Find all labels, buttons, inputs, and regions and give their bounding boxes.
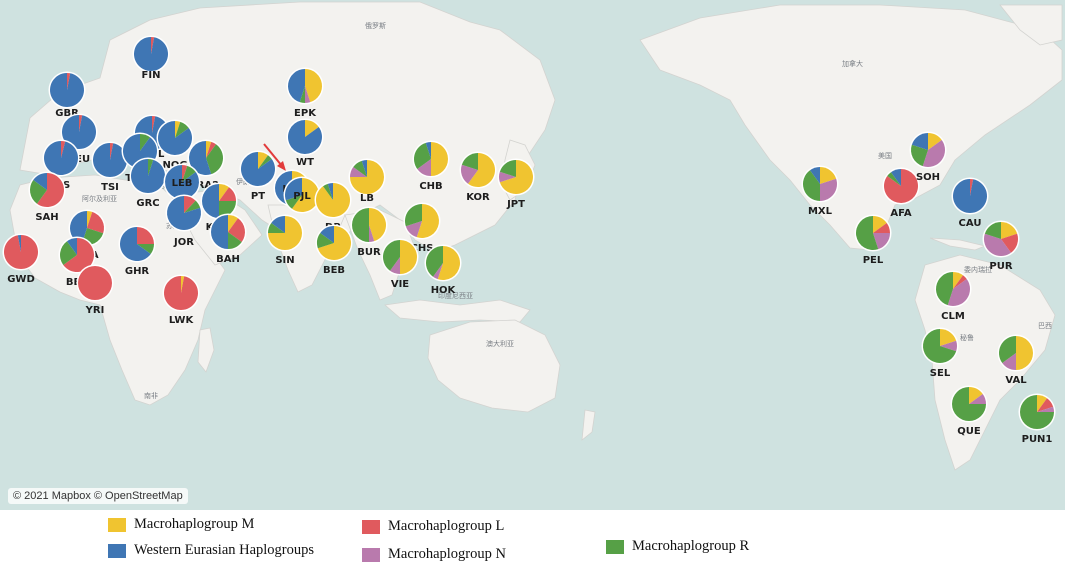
legend: Macrohaplogroup M Western Eurasian Haplo… [0,510,1065,566]
pie-slice-w [133,37,168,71]
pie-label: LWK [169,315,195,326]
legend-label-western-eurasian: Western Eurasian Haplogroups [134,542,315,558]
pie-label: BEB [323,265,345,276]
pie-pjl[interactable]: PJL [283,176,321,214]
world-map[interactable]: 俄罗斯加拿大美国阿尔及利亚伊朗印度尼西亚澳大利亚南非委内瑞拉巴西秘鲁埃及苏丹 F… [0,0,1065,510]
pie-pun1[interactable]: PUN1 [1018,393,1056,446]
map-country-label: 委内瑞拉 [964,265,992,274]
pie-label: VAL [1005,375,1027,386]
legend-item-l: Macrohaplogroup L [362,518,504,535]
pie-slice-w [952,179,987,214]
legend-item-r: Macrohaplogroup R [606,538,749,555]
pie-label: FIN [142,70,161,81]
pie-gwd[interactable]: GWD [2,233,40,286]
pie-slice-l [163,276,198,311]
pie-label: BUR [357,247,381,258]
legend-item-western-eurasian: Western Eurasian Haplogroups [108,542,314,559]
pie-label: JOR [173,237,194,248]
pie-slice-l [78,266,112,300]
pie-label: GRC [136,198,159,209]
legend-swatch-n [362,547,380,562]
map-attribution: © 2021 Mapbox © OpenStreetMap [8,488,188,504]
pie-label: SEL [930,368,951,379]
pie-label: SIN [275,255,294,266]
pie-label: VIE [391,279,409,290]
legend-label-r: Macrohaplogroup R [632,538,750,554]
pie-label: SOH [916,172,940,183]
pie-label: HOK [431,285,457,296]
map-country-label: 澳大利亚 [486,339,514,348]
legend-swatch-m [108,517,126,532]
map-country-label: 阿尔及利亚 [82,194,117,203]
pie-slice-w [43,141,78,175]
pie-label: PT [251,191,265,202]
legend-swatch-l [362,519,380,534]
legend-item-n: Macrohaplogroup N [362,546,506,563]
pie-label: CHB [419,181,442,192]
map-country-label: 秘鲁 [960,333,974,342]
legend-swatch-r [606,539,624,554]
pie-label: YRI [85,305,105,316]
pie-label: MXL [808,206,833,217]
pie-label: KOR [466,192,490,203]
pie-label: LB [360,193,374,204]
pie-label: CLM [941,311,965,322]
pie-label: QUE [957,426,981,437]
legend-item-m: Macrohaplogroup M [108,516,254,533]
pie-label: PUR [989,261,1012,272]
pie-label: WT [296,157,314,168]
pie-label: GHR [125,266,150,277]
map-country-label: 巴西 [1038,322,1052,330]
map-country-label: 南非 [144,391,158,400]
pie-label: LEB [172,178,193,189]
pie-label: SAH [35,212,58,223]
pie-label: AFA [890,208,911,219]
map-country-label: 俄罗斯 [365,21,386,30]
legend-label-m: Macrohaplogroup M [134,516,255,532]
pie-label: PEL [863,255,884,266]
pie-label: GWD [7,274,35,285]
pie-label: EPK [294,108,317,119]
map-country-label: 加拿大 [842,59,863,68]
legend-label-n: Macrohaplogroup N [388,546,506,562]
legend-label-l: Macrohaplogroup L [388,518,505,534]
pie-slice-w [49,73,84,107]
pie-label: PUN1 [1022,434,1053,445]
pie-label: TSI [101,182,119,193]
pie-label: BAH [216,254,240,265]
pie-label: PJL [293,191,311,202]
map-country-label: 美国 [878,151,892,160]
pie-label: JPT [506,199,525,210]
pie-label: CAU [959,218,982,229]
legend-swatch-western-eurasian [108,543,126,558]
